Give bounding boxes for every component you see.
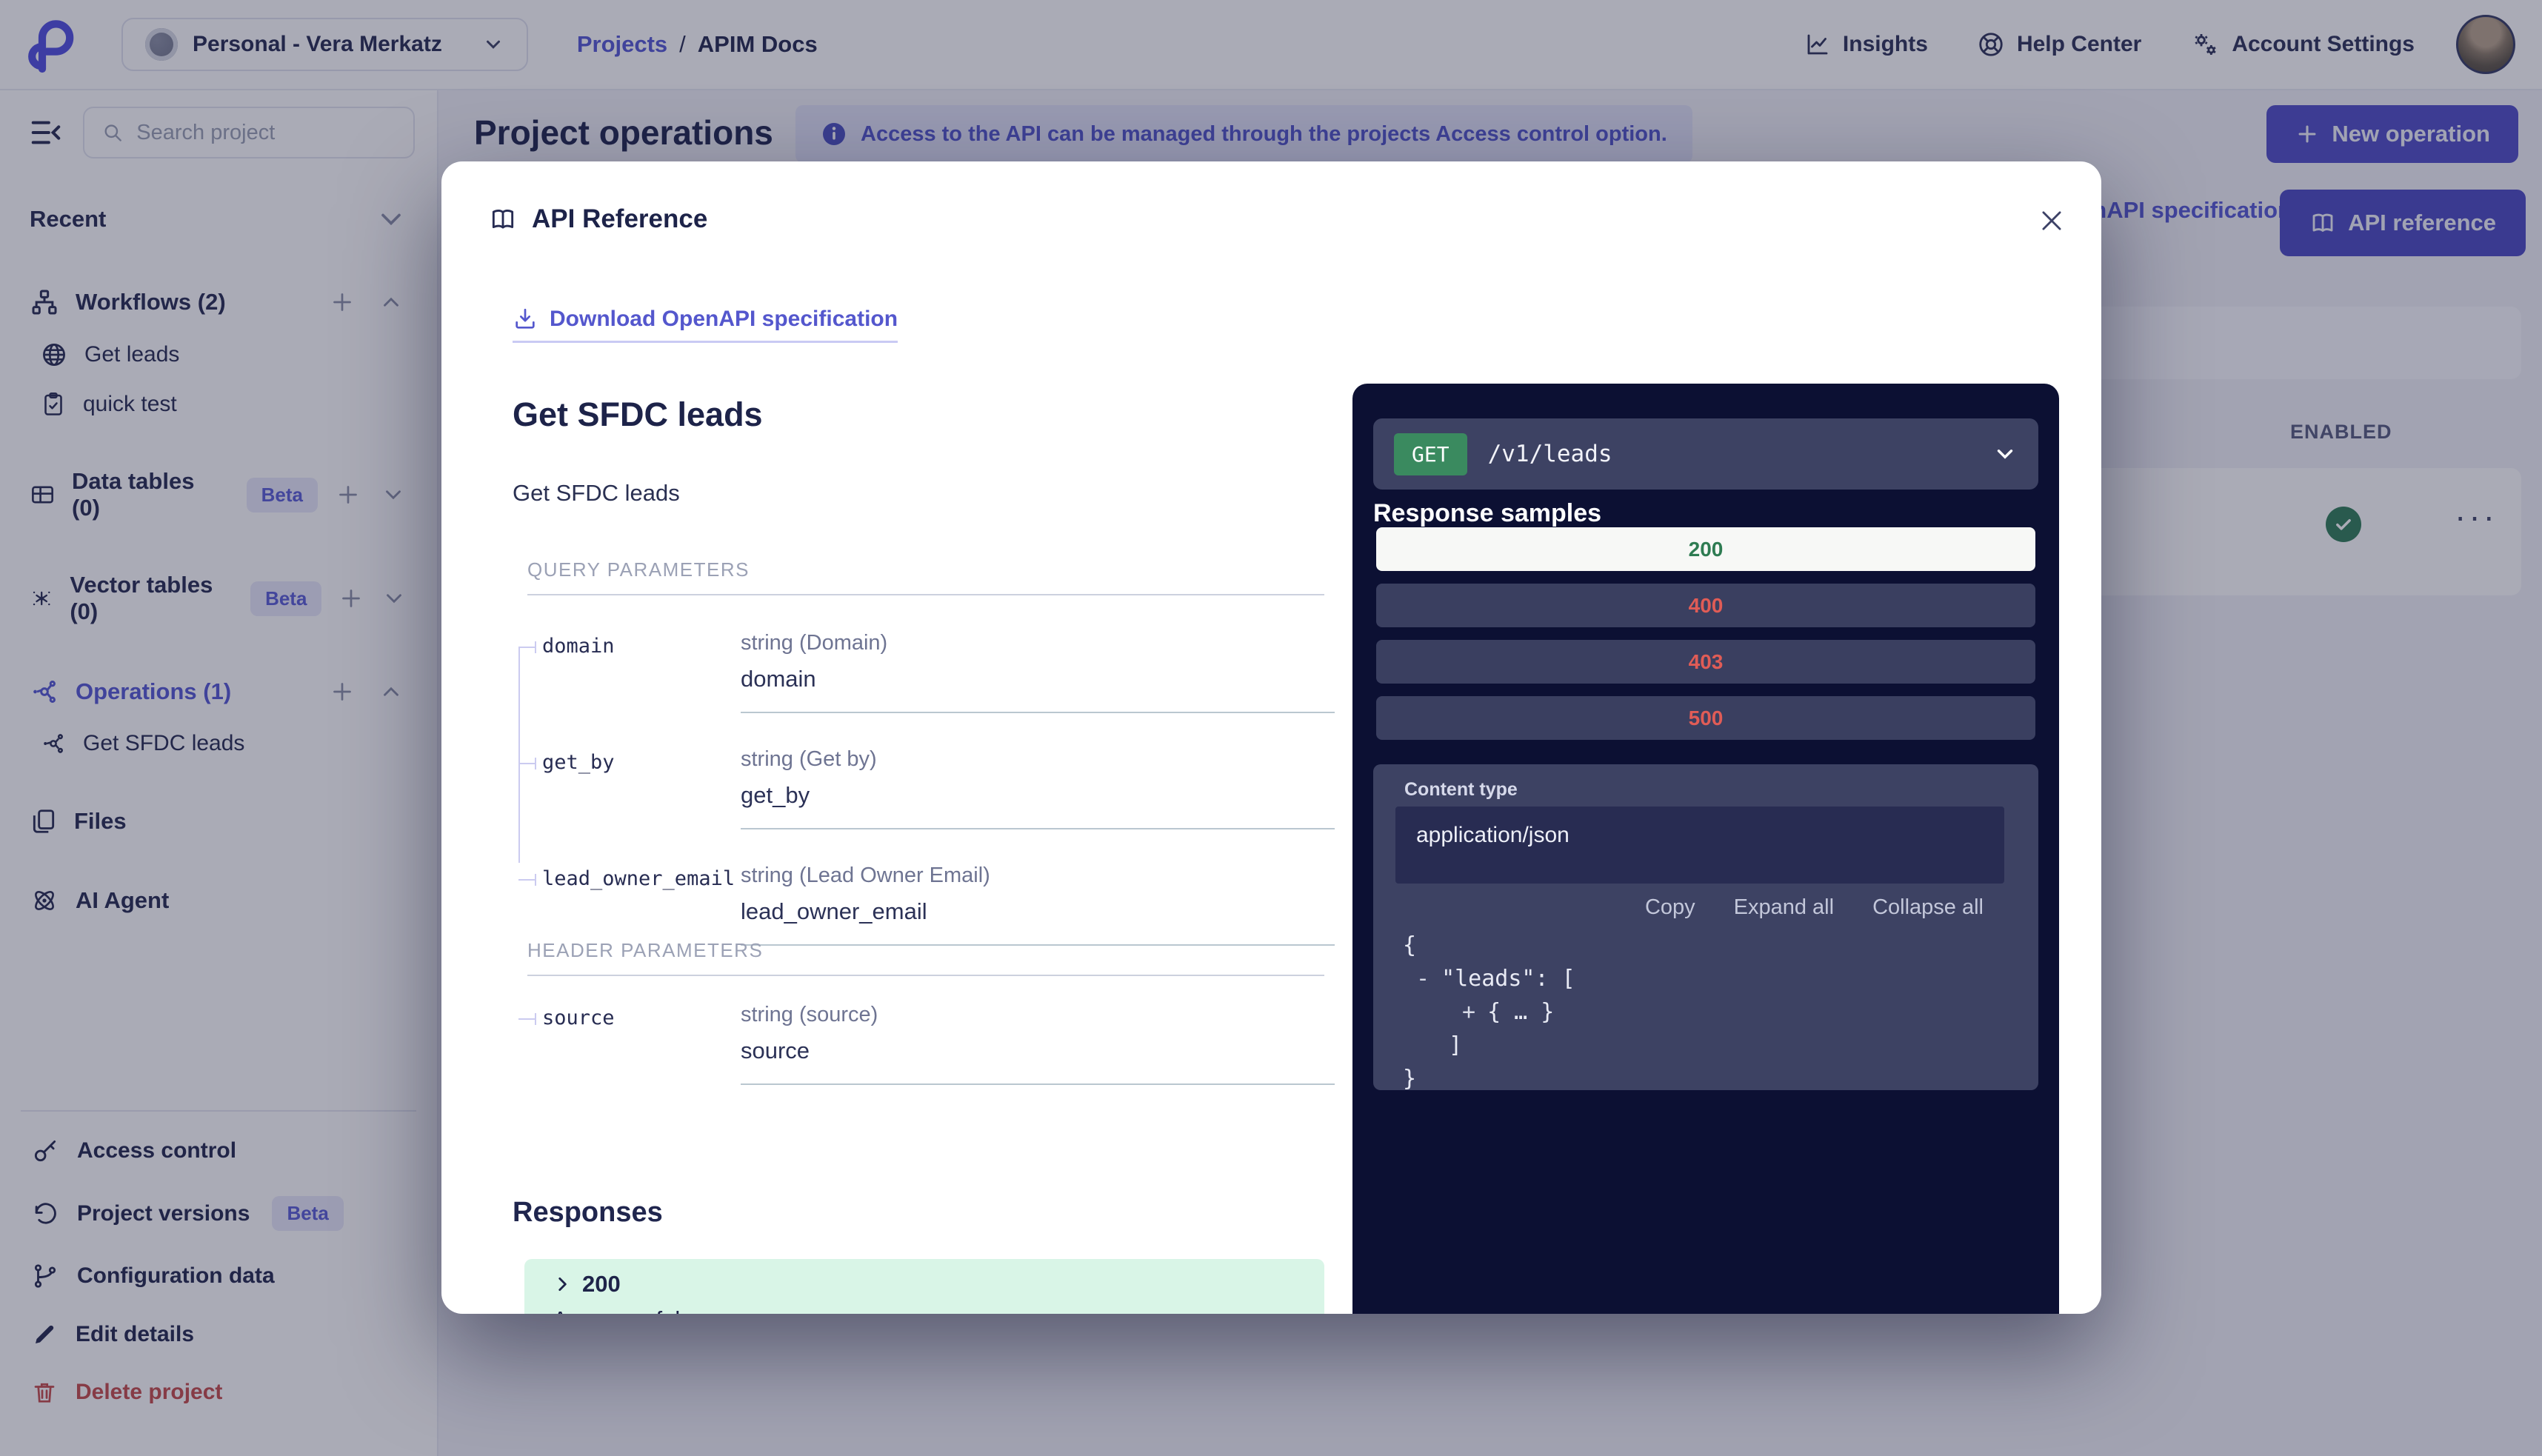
sample-content-box: Content type application/json Copy Expan… [1373, 764, 2038, 1090]
endpoint-selector[interactable]: GET /v1/leads [1373, 418, 2038, 490]
section-divider [527, 975, 1324, 976]
section-divider [527, 594, 1324, 595]
content-type-label: Content type [1404, 779, 2016, 801]
query-parameters-group: domain string (Domain) domain get_by str… [513, 627, 1335, 975]
param-name: domain [542, 631, 741, 713]
param-row: domain string (Domain) domain [513, 627, 1335, 713]
param-type: string (Domain) [741, 631, 1335, 655]
copy-button[interactable]: Copy [1645, 895, 1695, 920]
tree-branch-icon [513, 747, 542, 829]
collapse-node-toggle[interactable]: - [1416, 962, 1430, 995]
api-reference-modal: API Reference Download OpenAPI specifica… [441, 161, 2101, 1314]
param-value: get_by [741, 782, 1335, 809]
response-200-box: 200 A successful response [524, 1259, 1324, 1314]
status-sample-403[interactable]: 403 [1376, 640, 2035, 684]
operation-description: Get SFDC leads [513, 480, 680, 507]
status-sample-500[interactable]: 500 [1376, 696, 2035, 740]
code-line: +{ … } [1395, 995, 2016, 1029]
close-button[interactable] [2034, 203, 2069, 238]
modal-title: API Reference [532, 204, 707, 234]
param-value: source [741, 1038, 1335, 1064]
modal-title-row: API Reference [489, 204, 707, 234]
expand-all-button[interactable]: Expand all [1734, 895, 1834, 920]
response-code: 200 [582, 1271, 621, 1298]
tree-branch-icon [513, 631, 542, 713]
collapse-all-button[interactable]: Collapse all [1872, 895, 1984, 920]
param-type: string (Lead Owner Email) [741, 864, 1335, 888]
code-line: { [1395, 929, 2016, 962]
param-value: domain [741, 666, 1335, 692]
tree-branch-icon [513, 1003, 542, 1085]
status-sample-200[interactable]: 200 [1376, 527, 2035, 571]
param-row: lead_owner_email string (Lead Owner Emai… [513, 859, 1335, 946]
param-type: string (source) [741, 1003, 1335, 1027]
code-line: } [1395, 1062, 2016, 1090]
download-openapi-link[interactable]: Download OpenAPI specification [513, 307, 898, 343]
content-type-value: application/json [1416, 823, 1984, 848]
chevron-down-icon [1992, 441, 2018, 467]
param-name: get_by [542, 747, 741, 829]
book-icon [489, 205, 517, 233]
param-name: lead_owner_email [542, 864, 741, 946]
app-root: Personal - Vera Merkatz Projects / APIM … [0, 0, 2542, 1456]
header-parameters-heading: HEADER PARAMETERS [527, 939, 763, 962]
responses-heading: Responses [513, 1197, 663, 1229]
json-sample: { -"leads": [ +{ … } ] } [1395, 929, 2016, 1090]
response-samples-heading: Response samples [1373, 499, 1601, 528]
param-name: source [542, 1003, 741, 1085]
response-description: A successful response [553, 1306, 1296, 1314]
response-200-toggle[interactable]: 200 [553, 1271, 1296, 1298]
param-row: get_by string (Get by) get_by [513, 743, 1335, 829]
status-sample-400[interactable]: 400 [1376, 584, 2035, 627]
tree-branch-icon [513, 864, 542, 946]
code-actions: Copy Expand all Collapse all [1395, 895, 2016, 920]
param-type: string (Get by) [741, 747, 1335, 772]
code-line: -"leads": [ [1395, 962, 2016, 995]
download-openapi-label: Download OpenAPI specification [550, 307, 898, 332]
code-line: ] [1395, 1029, 2016, 1062]
query-parameters-heading: QUERY PARAMETERS [527, 558, 750, 581]
status-sample-list: 200 400 403 500 [1376, 527, 2035, 752]
param-row: source string (source) source [513, 998, 1335, 1085]
content-type-select[interactable]: application/json [1395, 807, 2004, 884]
expand-node-toggle[interactable]: + [1462, 995, 1475, 1029]
request-sample-panel: GET /v1/leads Response samples 200 400 4… [1352, 384, 2059, 1314]
chevron-right-icon [553, 1275, 572, 1294]
param-value: lead_owner_email [741, 898, 1335, 925]
header-parameters-group: source string (source) source [513, 998, 1335, 1115]
operation-title: Get SFDC leads [513, 395, 763, 434]
close-icon [2038, 207, 2066, 235]
endpoint-path: /v1/leads [1488, 441, 1972, 467]
download-icon [513, 307, 538, 332]
http-method-badge: GET [1394, 433, 1467, 475]
